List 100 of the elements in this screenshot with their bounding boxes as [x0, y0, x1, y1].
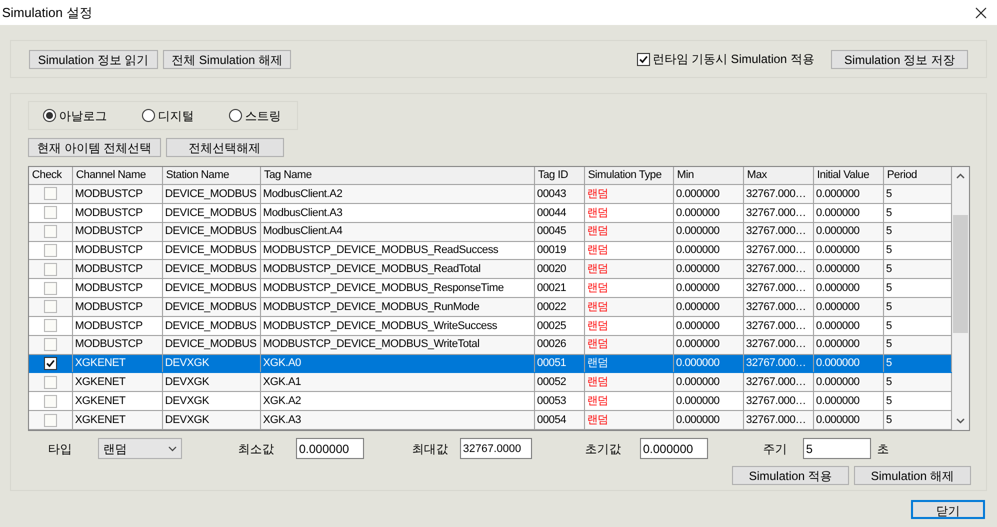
- table-cell-text: 5: [886, 243, 892, 258]
- row-checkbox[interactable]: [44, 300, 57, 314]
- row-checkbox[interactable]: [44, 376, 57, 389]
- table-cell-text: DEVXGK: [165, 375, 210, 390]
- table-cell-text: 00053: [537, 394, 566, 409]
- row-checkbox[interactable]: [44, 357, 57, 370]
- radio-label: 디지털: [158, 108, 194, 124]
- close-icon[interactable]: [975, 6, 987, 18]
- column-header[interactable]: Initial Value: [814, 167, 884, 184]
- checkbox[interactable]: [637, 52, 650, 66]
- table-cell-text: 랜덤: [587, 300, 608, 315]
- table-row[interactable]: MODBUSTCP DEVICE_MODBUS MODBUSTCP_DEVICE_MODBUS_RunMode 00022 랜덤 0.000000 32767.000… 0.000000 5: [29, 298, 952, 317]
- table-cell-text: MODBUSTCP: [75, 280, 143, 296]
- column-header[interactable]: Tag ID: [535, 167, 585, 184]
- field-label: 최대값: [412, 440, 449, 458]
- table-cell-text: 랜덤: [587, 356, 608, 372]
- type-dropdown[interactable]: 랜덤: [98, 438, 182, 459]
- apply-button[interactable]: Simulation 해제: [854, 466, 971, 485]
- scroll-down-icon[interactable]: [956, 418, 965, 424]
- toolbar-button[interactable]: Simulation 정보 읽기: [29, 50, 158, 68]
- table-row[interactable]: XGKENET DEVXGK XGK.A2 00053 랜덤 0.000000 32767.000… 0.000000 5: [29, 392, 952, 412]
- table-row[interactable]: XGKENET DEVXGK XGK.A1 00052 랜덤 0.000000 32767.000… 0.000000 5: [29, 373, 952, 392]
- value-field[interactable]: 5: [803, 438, 871, 459]
- table-cell-text: ModbusClient.A3: [263, 206, 342, 221]
- table-cell-text: 랜덤: [587, 280, 608, 296]
- scroll-up-icon[interactable]: [956, 173, 965, 179]
- table-cell-text: 0.000000: [676, 412, 720, 428]
- table-cell-text: 0.000000: [816, 337, 860, 352]
- row-checkbox[interactable]: [44, 282, 57, 295]
- save-button[interactable]: Simulation 정보 저장: [831, 50, 968, 68]
- row-checkbox[interactable]: [44, 338, 57, 352]
- table-cell-text: 0.000000: [816, 262, 860, 278]
- table-cell-text: 00025: [537, 318, 566, 334]
- column-header[interactable]: Channel Name: [73, 167, 163, 184]
- column-header[interactable]: Check: [29, 167, 73, 184]
- row-checkbox[interactable]: [44, 414, 57, 427]
- row-checkbox[interactable]: [44, 244, 57, 257]
- table-cell-text: 0.000000: [816, 356, 860, 372]
- table-cell-text: 0.000000: [816, 318, 860, 334]
- table-cell-text: MODBUSTCP: [75, 262, 143, 278]
- table-cell-text: 32767.000…: [746, 318, 806, 334]
- close-button[interactable]: 닫기: [911, 500, 985, 519]
- table-cell-text: 5: [886, 356, 892, 372]
- table-cell-text: 0.000000: [816, 394, 860, 409]
- row-checkbox[interactable]: [44, 394, 57, 408]
- table-cell-text: 0.000000: [816, 206, 860, 221]
- table-cell-text: 0.000000: [676, 300, 720, 315]
- table-row[interactable]: MODBUSTCP DEVICE_MODBUS MODBUSTCP_DEVICE_MODBUS_WriteSuccess 00025 랜덤 0.000000 32767.000… 0.000000 5: [29, 316, 952, 336]
- select-button[interactable]: 현재 아이템 전체선택: [28, 138, 161, 157]
- table-row[interactable]: MODBUSTCP DEVICE_MODBUS MODBUSTCP_DEVICE_MODBUS_ReadSuccess 00019 랜덤 0.000000 32767.000… 0.000000 5: [29, 242, 952, 260]
- table-cell-text: 5: [886, 412, 892, 428]
- radio-button[interactable]: [43, 109, 56, 122]
- table-cell-text: 0.000000: [676, 186, 720, 202]
- table-row[interactable]: XGKENET DEVXGK XGK.A0 00051 랜덤 0.000000 32767.000… 0.000000 5: [29, 354, 952, 374]
- row-checkbox[interactable]: [44, 319, 57, 332]
- table-row[interactable]: MODBUSTCP DEVICE_MODBUS MODBUSTCP_DEVICE_MODBUS_WriteTotal 00026 랜덤 0.000000 32767.000… 0.000000 5: [29, 336, 952, 355]
- table-cell-text: MODBUSTCP_DEVICE_MODBUS_RunMode: [263, 300, 480, 315]
- table-cell-text: 0.000000: [816, 300, 860, 315]
- scrollbar[interactable]: [952, 167, 969, 430]
- value-field[interactable]: 0.000000: [640, 438, 708, 459]
- column-header[interactable]: Station Name: [163, 167, 261, 184]
- column-header[interactable]: Max: [744, 167, 814, 184]
- table-row[interactable]: MODBUSTCP DEVICE_MODBUS MODBUSTCP_DEVICE_MODBUS_ResponseTime 00021 랜덤 0.000000 32767.000… 0.000000 5: [29, 279, 952, 298]
- table-row[interactable]: XGKENET DEVXGK XGK.A3 00054 랜덤 0.000000 32767.000… 0.000000 5: [29, 411, 952, 430]
- table-cell-text: 랜덤: [587, 224, 608, 240]
- value-field[interactable]: 32767.0000: [460, 438, 532, 459]
- table-cell-text: 00044: [537, 206, 566, 221]
- column-header[interactable]: Simulation Type: [585, 167, 674, 184]
- radio-button[interactable]: [142, 109, 155, 122]
- table-cell-text: MODBUSTCP_DEVICE_MODBUS_ReadTotal: [263, 262, 481, 278]
- field-label: 초기값: [585, 440, 622, 458]
- table-row[interactable]: MODBUSTCP DEVICE_MODBUS ModbusClient.A4 00045 랜덤 0.000000 32767.000… 0.000000 5: [29, 222, 952, 242]
- table-cell-text: 32767.000…: [746, 243, 806, 258]
- table-cell-text: XGKENET: [75, 375, 126, 390]
- row-checkbox[interactable]: [44, 187, 57, 200]
- table-row[interactable]: MODBUSTCP DEVICE_MODBUS MODBUSTCP_DEVICE_MODBUS_ReadTotal 00020 랜덤 0.000000 32767.000… 0.000000 5: [29, 260, 952, 280]
- value-field[interactable]: 0.000000: [296, 438, 364, 459]
- table-cell-text: 00020: [537, 262, 566, 278]
- table-cell-text: MODBUSTCP: [75, 206, 143, 221]
- table-cell-text: MODBUSTCP: [75, 337, 143, 352]
- toolbar-button[interactable]: 전체 Simulation 해제: [162, 50, 292, 68]
- table-cell-text: 랜덤: [587, 375, 608, 390]
- column-header[interactable]: Min: [674, 167, 744, 184]
- table-cell-text: 00026: [537, 337, 566, 352]
- row-checkbox[interactable]: [44, 206, 57, 220]
- apply-button[interactable]: Simulation 적용: [732, 466, 849, 485]
- column-header[interactable]: Tag Name: [261, 167, 535, 184]
- table-cell-text: 32767.000…: [746, 262, 806, 278]
- table-cell-text: 0.000000: [676, 318, 720, 334]
- table-cell-text: XGK.A1: [263, 375, 301, 390]
- table-cell-text: XGK.A0: [263, 356, 301, 372]
- row-checkbox[interactable]: [44, 225, 57, 238]
- row-checkbox[interactable]: [44, 262, 57, 276]
- select-button[interactable]: 전체선택해제: [166, 138, 284, 157]
- table-row[interactable]: MODBUSTCP DEVICE_MODBUS ModbusClient.A3 00044 랜덤 0.000000 32767.000… 0.000000 5: [29, 204, 952, 223]
- table-cell-text: 00019: [537, 243, 566, 258]
- table-cell-text: 32767.000…: [746, 280, 806, 296]
- table-row[interactable]: MODBUSTCP DEVICE_MODBUS ModbusClient.A2 00043 랜덤 0.000000 32767.000… 0.000000 5: [29, 185, 952, 204]
- table-cell-text: 0.000000: [816, 375, 860, 390]
- radio-button[interactable]: [229, 109, 242, 122]
